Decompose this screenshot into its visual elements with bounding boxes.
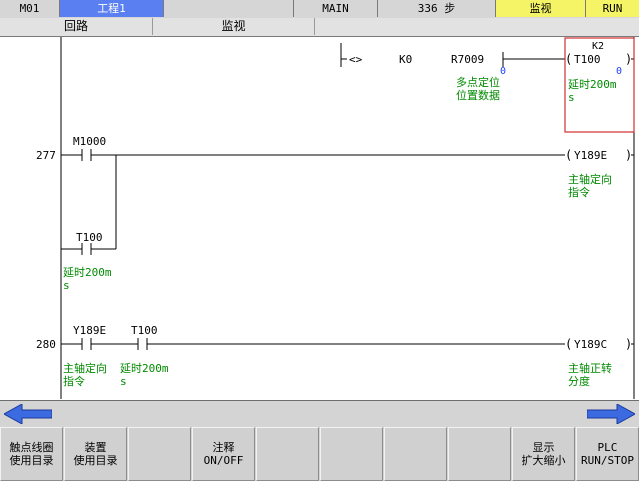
svg-text:(: ( [565,52,572,66]
rung-280[interactable]: 280 Y189E T100 主轴定向 指令 延时200m s ( Y189C … [36,324,634,388]
view-mode-indicator: 监视 [496,0,586,17]
fkey-blank-3[interactable] [128,427,191,481]
coil-y189e-comment-2: 指令 [568,185,590,199]
contact-t100-label: T100 [76,231,103,244]
operand-2-comment-1: 多点定位 [456,75,500,89]
step-number-277: 277 [36,149,56,162]
timer-current-value: 0 [616,66,622,77]
compare-operand-1: K0 [399,53,412,66]
tab-monitor[interactable]: 监视 [153,18,315,35]
soft-key-panel: 触点线圈 使用目录 装置 使用目录 注释 ON/OFF 显示 扩大缩小 PLC … [0,400,639,481]
fkey-blank-7[interactable] [384,427,447,481]
fkey-plc-run-stop[interactable]: PLC RUN/STOP [576,427,639,481]
program-name: MAIN [294,0,378,17]
contact-t100-2-comment-1: 延时200m [120,362,169,375]
arrow-row [0,401,639,427]
svg-text:(: ( [565,148,572,162]
status-bar: M01 工程1 MAIN 336 步 监视 RUN [0,0,639,19]
ladder-diagram: <> K0 R7009 0 多点定位 位置数据 K2 ( T100 ) 0 延时… [0,37,639,399]
ladder-svg: <> K0 R7009 0 多点定位 位置数据 K2 ( T100 ) 0 延时… [36,37,635,399]
function-key-row: 触点线圈 使用目录 装置 使用目录 注释 ON/OFF 显示 扩大缩小 PLC … [0,427,639,481]
project-name: 工程1 [60,0,164,17]
timer-comment-2: s [568,91,575,104]
operand-2-comment-2: 位置数据 [456,88,500,102]
contact-t100-comment-1: 延时200m [63,266,112,279]
coil-y189c-comment-1: 主轴正转 [568,361,612,375]
mode-indicator: M01 [0,0,60,17]
fkey-contact-coil-list[interactable]: 触点线圈 使用目录 [0,427,63,481]
contact-t100-2-comment-2: s [120,375,127,388]
contact-y189e-comment-2: 指令 [63,374,85,388]
contact-t100-2-label: T100 [131,324,158,337]
step-count: 336 步 [378,0,496,17]
rung-top[interactable]: <> K0 R7009 0 多点定位 位置数据 K2 ( T100 ) 0 延时… [340,37,635,133]
fkey-display-zoom[interactable]: 显示 扩大缩小 [512,427,575,481]
contact-y189e-label: Y189E [73,324,106,337]
menu-blank [315,18,639,35]
coil-timer-label: T100 [574,53,601,66]
tab-circuit[interactable]: 回路 [0,18,153,35]
timer-comment-1: 延时200m [568,78,617,91]
step-number-280: 280 [36,338,56,351]
compare-operator: <> [349,53,363,66]
rung-277[interactable]: 277 M1000 T100 延时200m s ( Y189E ) 主轴定向 指… [36,135,634,292]
fkey-comment-toggle[interactable]: 注释 ON/OFF [192,427,255,481]
menu-bar: 回路 监视 [0,18,639,37]
fkey-blank-6[interactable] [320,427,383,481]
compare-operand-2: R7009 [451,53,484,66]
coil-y189e-comment-1: 主轴定向 [568,172,612,186]
svg-text:(: ( [565,337,572,351]
contact-t100-comment-2: s [63,279,70,292]
fkey-blank-5[interactable] [256,427,319,481]
operand-2-value: 0 [500,66,506,77]
coil-y189c-comment-2: 分度 [568,374,590,388]
timer-preset: K2 [592,41,604,52]
fkey-blank-8[interactable] [448,427,511,481]
contact-m1000-label: M1000 [73,135,106,148]
contact-y189e-comment-1: 主轴定向 [63,361,107,375]
run-state-indicator: RUN [586,0,639,17]
fkey-device-list[interactable]: 装置 使用目录 [64,427,127,481]
coil-y189c-label: Y189C [574,338,607,351]
coil-y189e-label: Y189E [574,149,607,162]
right-arrow-icon[interactable] [587,404,635,424]
left-arrow-icon[interactable] [4,404,52,424]
status-blank [164,0,294,17]
